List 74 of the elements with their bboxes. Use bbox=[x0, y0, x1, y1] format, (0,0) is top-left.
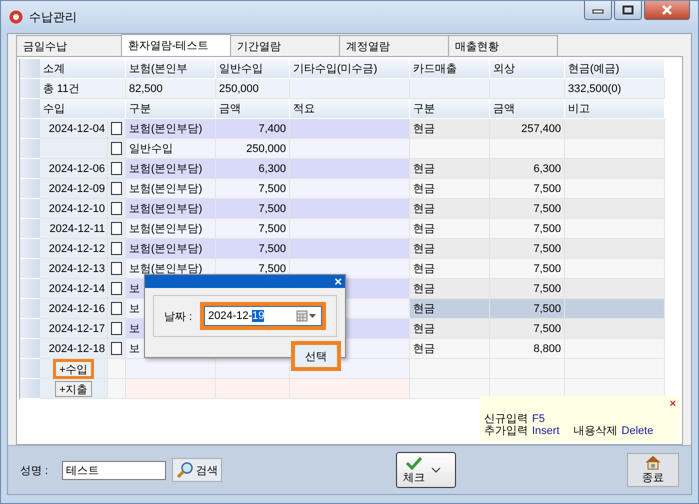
table-cell: 현금 bbox=[410, 279, 490, 299]
shortcut-key: Insert bbox=[532, 425, 560, 437]
table-cell: 현금 bbox=[410, 219, 490, 239]
table-cell: 현금 bbox=[410, 199, 490, 219]
table-cell: 보험(본인부담) bbox=[126, 119, 216, 139]
table-cell: 현금 bbox=[410, 119, 490, 139]
table-cell: 현금 bbox=[410, 339, 490, 359]
date-cell: 2024-12-14 bbox=[40, 279, 108, 299]
table-cell: 7,500 bbox=[490, 259, 565, 279]
column-header: 비고 bbox=[565, 99, 665, 119]
table-cell: 일반수입 bbox=[126, 139, 216, 159]
total-cell: 250,000 bbox=[216, 79, 290, 99]
table-cell: 보험(본인부담) bbox=[126, 219, 216, 239]
table-cell: 8,800 bbox=[490, 339, 565, 359]
total-cell: 332,500(0) bbox=[565, 79, 665, 99]
shortcut-label: 추가입력 bbox=[484, 425, 528, 437]
date-cell: 2024-12-18 bbox=[40, 339, 108, 359]
table-cell: 7,500 bbox=[216, 199, 290, 219]
window-title: 수납관리 bbox=[29, 8, 77, 26]
column-header: 적요 bbox=[290, 99, 410, 119]
table-cell: 7,500 bbox=[216, 219, 290, 239]
date-cell: 2024-12-04 bbox=[40, 119, 108, 139]
table-cell: 현금 bbox=[410, 299, 490, 319]
table-cell: 현금 bbox=[410, 179, 490, 199]
table-cell: 7,500 bbox=[490, 179, 565, 199]
shortcut-key: Delete bbox=[622, 425, 654, 437]
table-cell: 7,500 bbox=[490, 239, 565, 259]
date-cell: 2024-12-11 bbox=[40, 219, 108, 239]
table-cell: 현금 bbox=[410, 259, 490, 279]
date-cell: 2024-12-06 bbox=[40, 159, 108, 179]
table-cell: 7,500 bbox=[216, 239, 290, 259]
date-cell: 2024-12-16 bbox=[40, 299, 108, 319]
date-cell: 2024-12-13 bbox=[40, 259, 108, 279]
table-cell: 7,500 bbox=[490, 319, 565, 339]
shortcut-label: 신규입력 bbox=[484, 413, 528, 425]
shortcut-label: 내용삭제 bbox=[574, 425, 618, 437]
name-label: 성명 : bbox=[20, 464, 48, 478]
table-cell: 보험(본인부담) bbox=[126, 239, 216, 259]
table-cell: 현금 bbox=[410, 319, 490, 339]
table-cell: 250,000 bbox=[216, 139, 290, 159]
date-cell: 2024-12-12 bbox=[40, 239, 108, 259]
total-cell: 82,500 bbox=[126, 79, 216, 99]
table-cell: 7,500 bbox=[490, 219, 565, 239]
column-header: 카드매출 bbox=[410, 59, 490, 79]
column-header: 현금(예금) bbox=[565, 59, 665, 79]
table-cell: 7,500 bbox=[490, 199, 565, 219]
column-header: 외상 bbox=[490, 59, 565, 79]
column-header: 금액 bbox=[216, 99, 290, 119]
column-header: 구분 bbox=[410, 99, 490, 119]
date-cell: 2024-12-09 bbox=[40, 179, 108, 199]
table-cell: 7,500 bbox=[216, 179, 290, 199]
column-header: 수입 bbox=[40, 99, 126, 119]
table-cell: 보험(본인부담) bbox=[126, 199, 216, 219]
column-header: 일반수입 bbox=[216, 59, 290, 79]
table-cell: 보험(본인부담) bbox=[126, 159, 216, 179]
date-value: 2024-12-19 bbox=[208, 310, 264, 322]
table-cell: 6,300 bbox=[216, 159, 290, 179]
table-cell: 현금 bbox=[410, 239, 490, 259]
table-cell: 6,300 bbox=[490, 159, 565, 179]
table-cell: 현금 bbox=[410, 159, 490, 179]
column-header: 소계 bbox=[40, 59, 126, 79]
date-cell: 2024-12-17 bbox=[40, 319, 108, 339]
total-cell: 총 11건 bbox=[40, 79, 126, 99]
table-cell: 7,500 bbox=[490, 279, 565, 299]
column-header: 보험(본인부 bbox=[126, 59, 216, 79]
table-cell: 257,400 bbox=[490, 119, 565, 139]
table-cell: 7,400 bbox=[216, 119, 290, 139]
date-cell: 2024-12-10 bbox=[40, 199, 108, 219]
column-header: 구분 bbox=[126, 99, 216, 119]
table-cell: 7,500 bbox=[490, 299, 565, 319]
column-header: 기타수입(미수금) bbox=[290, 59, 410, 79]
column-header: 금액 bbox=[490, 99, 565, 119]
shortcut-key: F5 bbox=[532, 413, 545, 425]
table-cell: 보험(본인부담) bbox=[126, 179, 216, 199]
